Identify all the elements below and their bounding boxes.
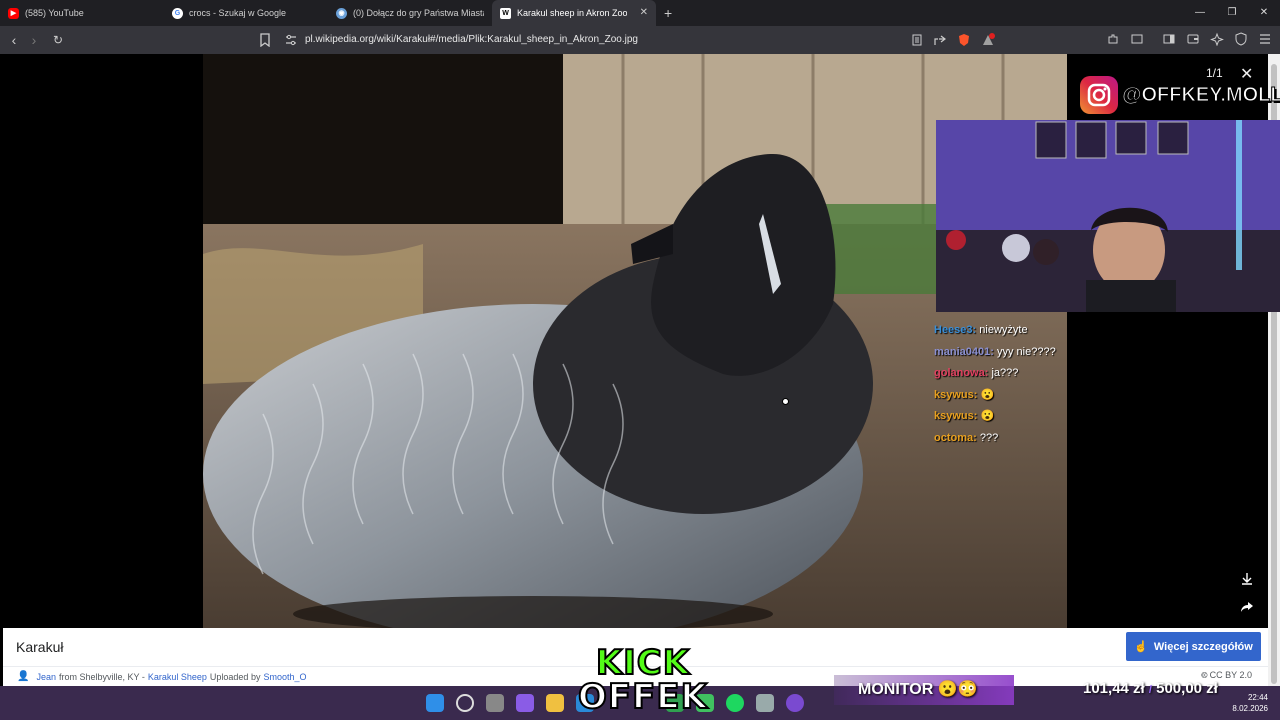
chat-message: ksywus: 😮 xyxy=(934,385,1056,407)
leo-ai-icon[interactable] xyxy=(1210,32,1224,47)
share-icon[interactable] xyxy=(933,33,947,47)
copilot-icon[interactable] xyxy=(516,694,534,712)
tab-manager-icon[interactable] xyxy=(1130,32,1144,46)
restore-button[interactable]: ❐ xyxy=(1216,0,1248,26)
tab-label: crocs - Szukaj w Google xyxy=(189,8,287,18)
webcam-feed xyxy=(936,120,1280,312)
toolbar-icons xyxy=(1106,32,1272,47)
chat-text: niewyżyte xyxy=(979,324,1028,336)
task-view-icon[interactable] xyxy=(486,694,504,712)
credit-uploaded-label: Uploaded by xyxy=(209,671,261,682)
chat-message: mania0401: yyy nie???? xyxy=(934,342,1056,364)
kick-logo: KICK OFFEK xyxy=(577,643,708,717)
separator: / xyxy=(1148,684,1152,696)
kick-text: KICK xyxy=(595,643,691,683)
chat-text: yyy nie???? xyxy=(997,345,1056,358)
chat-text: 😮 xyxy=(980,388,995,401)
tab-label: (0) Dołącz do gry Państwa Miasta xyxy=(353,8,484,18)
windows-start-icon[interactable] xyxy=(426,694,444,712)
chat-text: 😮 xyxy=(980,410,995,422)
close-window-button[interactable]: ✕ xyxy=(1248,0,1280,26)
chat-username: ksywus: xyxy=(934,388,978,401)
close-tab-icon[interactable]: ✕ xyxy=(640,7,648,18)
settings-icon[interactable] xyxy=(756,694,774,712)
chat-message: octoma: ??? xyxy=(934,428,1056,450)
bookmark-icon[interactable] xyxy=(258,33,272,48)
url-input[interactable]: pl.wikipedia.org/wiki/Karakuł#/media/Pli… xyxy=(305,34,638,45)
tab-panstwa-miasta[interactable]: ◉ (0) Dołącz do gry Państwa Miasta xyxy=(328,0,492,26)
chat-username: golanowa: xyxy=(934,367,989,379)
extensions-icon[interactable] xyxy=(1106,32,1120,46)
youtube-icon: ▶ xyxy=(8,7,19,19)
tab-google[interactable]: G crocs - Szukaj w Google xyxy=(164,0,328,26)
chat-username: mania0401: xyxy=(934,345,994,358)
license-label: CC BY 2.0 xyxy=(1209,670,1252,680)
chat-message: Heese3: niewyżyte xyxy=(934,320,1056,342)
vpn-icon[interactable] xyxy=(1234,32,1248,46)
image-title: Karakuł xyxy=(16,639,64,655)
cc-icon: 🅭 xyxy=(1201,670,1208,680)
menu-icon[interactable] xyxy=(1258,32,1272,46)
sidebar-icon[interactable] xyxy=(1162,32,1176,46)
instagram-handle: @OFFKEY.MOLLY xyxy=(1121,83,1280,106)
brave-rewards-icon[interactable] xyxy=(981,33,995,47)
offek-text: OFFEK xyxy=(577,677,708,717)
download-icon[interactable] xyxy=(1240,572,1254,589)
clock-time: 22:44 xyxy=(1247,693,1268,702)
author-link[interactable]: Jean xyxy=(36,672,56,682)
tab-wikipedia[interactable]: W Karakul sheep in Akron Zoo - Ka ✕ xyxy=(492,0,656,26)
share-image-icon[interactable] xyxy=(1240,600,1254,617)
chat-message: ksywus: 😮 xyxy=(934,406,1056,428)
instagram-badge: @OFFKEY.MOLLY xyxy=(1080,76,1280,114)
globe-icon: ◉ xyxy=(336,7,347,19)
reload-button[interactable]: ↻ xyxy=(48,33,68,47)
wallet-icon[interactable] xyxy=(1186,32,1200,46)
donation-current: 101,44 zł xyxy=(1083,680,1145,697)
tab-label: Karakul sheep in Akron Zoo - Ka xyxy=(517,8,627,18)
uploader-link[interactable]: Smooth_O xyxy=(263,672,306,682)
chat-text: ??? xyxy=(979,431,999,444)
chat-message: golanowa: ja??? xyxy=(934,363,1056,385)
window-controls: — ❐ ✕ xyxy=(1184,0,1280,26)
chat-username: Heese3: xyxy=(934,324,977,336)
reader-mode-icon[interactable] xyxy=(910,33,924,47)
donation-target: 500,00 zł xyxy=(1156,680,1218,697)
more-details-label: Więcej szczegółów xyxy=(1153,640,1253,653)
tab-youtube[interactable]: ▶ (585) YouTube xyxy=(0,0,164,26)
tab-strip: ▶ (585) YouTube G crocs - Szukaj w Googl… xyxy=(0,0,1280,26)
spotify-icon[interactable] xyxy=(726,694,744,712)
google-icon: G xyxy=(172,7,183,19)
monitor-label: MONITOR 😮😳 xyxy=(858,681,978,698)
instagram-icon xyxy=(1080,76,1118,114)
wikipedia-icon: W xyxy=(500,7,511,19)
credit-from: from Shelbyville, KY - xyxy=(58,671,145,682)
chat-username: octoma: xyxy=(934,431,977,444)
file-explorer-icon[interactable] xyxy=(546,694,564,712)
back-button[interactable]: ‹ xyxy=(4,32,24,48)
more-details-button[interactable]: ☝ Więcej szczegółów xyxy=(1126,632,1261,661)
site-settings-icon[interactable] xyxy=(284,33,298,47)
minimize-button[interactable]: — xyxy=(1184,0,1216,26)
forward-button[interactable]: › xyxy=(24,32,44,48)
tab-label: (585) YouTube xyxy=(25,8,84,18)
donation-goal: 101,44 zł / 500,00 zł xyxy=(1083,680,1218,697)
chat-username: ksywus: xyxy=(934,410,978,422)
clock-date: 8.02.2026 xyxy=(1232,704,1268,713)
system-clock[interactable]: 22:44 8.02.2026 xyxy=(1232,692,1268,714)
address-bar: ‹ › ↻ pl.wikipedia.org/wiki/Karakuł#/med… xyxy=(0,26,1280,54)
user-icon: 👤 xyxy=(17,671,30,682)
obs-icon[interactable] xyxy=(786,694,804,712)
mouse-cursor xyxy=(782,398,789,405)
brave-shield-icon[interactable] xyxy=(957,33,971,47)
search-icon[interactable] xyxy=(456,694,474,712)
stream-chat: Heese3: niewyżyte mania0401: yyy nie????… xyxy=(934,320,1056,449)
chat-text: ja??? xyxy=(991,367,1019,379)
source-title-link[interactable]: Karakul Sheep xyxy=(148,672,207,682)
new-tab-button[interactable]: + xyxy=(656,5,680,21)
hand-pointer-icon: ☝ xyxy=(1134,641,1148,653)
